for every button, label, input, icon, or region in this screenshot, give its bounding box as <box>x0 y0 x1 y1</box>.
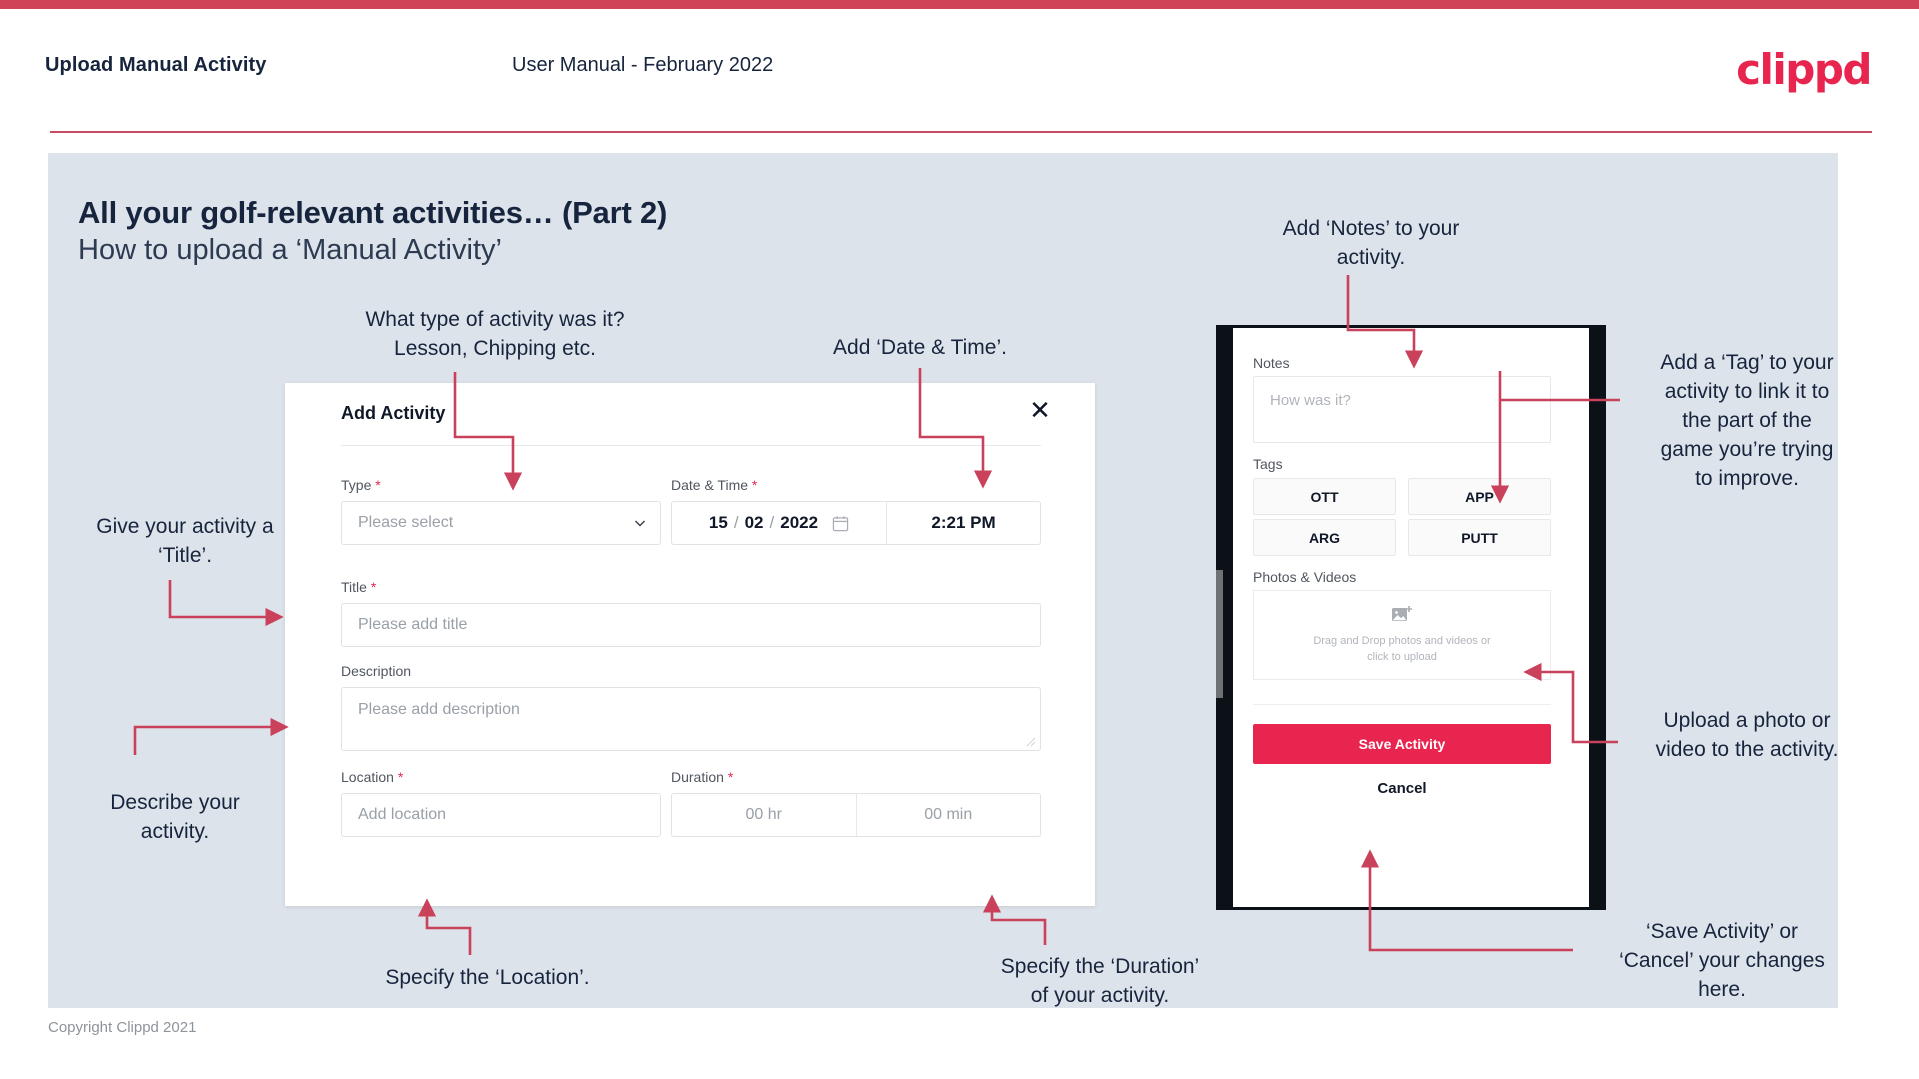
tag-ott[interactable]: OTT <box>1253 478 1396 515</box>
annotation-save: ‘Save Activity’ or ‘Cancel’ your changes… <box>1619 920 1825 1001</box>
duration-required-marker: * <box>727 769 734 785</box>
title-required-marker: * <box>370 579 377 595</box>
duration-hours-value: 00 hr <box>745 806 782 823</box>
phone-divider <box>1253 704 1551 705</box>
annotation-upload: Upload a photo or video to the activity. <box>1655 709 1839 761</box>
description-label: Description <box>341 663 411 679</box>
modal-divider <box>341 445 1041 446</box>
location-label-text: Location <box>341 769 394 785</box>
location-input[interactable]: Add location <box>341 793 661 837</box>
duration-minutes-value: 00 min <box>924 806 973 823</box>
time-input[interactable]: 2:21 PM <box>887 502 1040 544</box>
date-day: 15 <box>708 513 728 532</box>
document-subtitle: User Manual - February 2022 <box>512 54 774 76</box>
phone-screen: Notes How was it? Tags OTT APP ARG PUTT … <box>1233 328 1589 907</box>
add-activity-modal: Add Activity ✕ Type * Please select Date… <box>285 383 1095 906</box>
duration-label: Duration * <box>671 769 733 785</box>
tag-arg-label: ARG <box>1308 529 1341 546</box>
tag-putt-label: PUTT <box>1461 529 1498 546</box>
date-input[interactable]: 15 / 02 / 2022 <box>672 502 887 544</box>
photo-dropzone-text: Drag and Drop photos and videos or click… <box>1313 633 1490 665</box>
notes-placeholder: How was it? <box>1270 392 1351 409</box>
footer-copyright: Copyright Clippd 2021 <box>48 1019 197 1036</box>
location-placeholder: Add location <box>358 806 447 823</box>
duration-minutes-input[interactable]: 00 min <box>855 794 1041 836</box>
chevron-down-icon <box>635 520 645 527</box>
annotation-description: Describe your activity. <box>110 791 240 843</box>
title-input[interactable]: Please add title <box>341 603 1041 647</box>
title-input-placeholder: Please add title <box>358 616 468 633</box>
calendar-icon[interactable] <box>832 515 849 532</box>
tag-arg[interactable]: ARG <box>1253 519 1396 556</box>
datetime-field[interactable]: 15 / 02 / 2022 2:21 PM <box>671 501 1041 545</box>
type-required-marker: * <box>375 477 381 493</box>
type-select[interactable]: Please select <box>341 501 661 545</box>
datetime-required-marker: * <box>751 477 758 493</box>
duration-field: 00 hr 00 min <box>671 793 1041 837</box>
type-label: Type * <box>341 477 381 493</box>
tag-ott-label: OTT <box>1310 488 1339 505</box>
header-divider <box>50 131 1872 133</box>
annotation-type: What type of activity was it? Lesson, Ch… <box>365 308 625 360</box>
photos-label: Photos & Videos <box>1253 569 1357 585</box>
close-icon[interactable]: ✕ <box>1025 395 1055 425</box>
page-header: Upload Manual Activity User Manual - Feb… <box>0 9 1919 133</box>
date-sep-2: / <box>769 513 775 532</box>
save-activity-button[interactable]: Save Activity <box>1253 724 1551 764</box>
duration-hours-input[interactable]: 00 hr <box>672 794 856 836</box>
modal-header: Add Activity ✕ <box>285 383 1095 445</box>
annotation-location: Specify the ‘Location’. <box>385 966 590 989</box>
location-required-marker: * <box>397 769 404 785</box>
photo-dropzone-line2: click to upload <box>1367 651 1437 663</box>
slide-page: Upload Manual Activity User Manual - Feb… <box>0 0 1919 1079</box>
photo-dropzone[interactable]: Drag and Drop photos and videos or click… <box>1253 590 1551 680</box>
tags-label: Tags <box>1253 456 1283 472</box>
top-accent-bar <box>0 0 1919 9</box>
slide-subtitle: How to upload a ‘Manual Activity’ <box>78 234 502 266</box>
description-label-text: Description <box>341 663 412 679</box>
annotation-notes: Add ‘Notes’ to your activity. <box>1282 217 1460 269</box>
cancel-label: Cancel <box>1377 780 1427 797</box>
phone-volume-button <box>1216 570 1223 698</box>
time-value: 2:21 PM <box>931 513 996 532</box>
datetime-label: Date & Time * <box>671 477 757 493</box>
annotation-tags: Add a ‘Tag’ to your activity to link it … <box>1660 351 1834 490</box>
modal-title: Add Activity <box>341 403 446 423</box>
datetime-label-text: Date & Time <box>671 477 749 493</box>
description-textarea[interactable]: Please add description <box>341 687 1041 751</box>
save-activity-label: Save Activity <box>1358 736 1446 752</box>
type-label-text: Type <box>341 477 372 493</box>
annotation-datetime: Add ‘Date & Time’. <box>833 336 1007 359</box>
title-label: Title * <box>341 579 376 595</box>
phone-power-button <box>1216 717 1223 777</box>
resize-handle-icon[interactable] <box>1026 737 1036 747</box>
description-placeholder: Please add description <box>358 701 520 718</box>
notes-label: Notes <box>1253 355 1290 371</box>
page-title: Upload Manual Activity <box>45 54 267 76</box>
location-label: Location * <box>341 769 403 785</box>
cancel-button[interactable]: Cancel <box>1253 780 1551 797</box>
date-sep-1: / <box>733 513 739 532</box>
type-select-value: Please select <box>358 514 454 531</box>
notes-textarea[interactable] <box>1253 376 1551 443</box>
title-label-text: Title <box>341 579 367 595</box>
phone-mockup: Notes How was it? Tags OTT APP ARG PUTT … <box>1216 325 1606 910</box>
slide-title: All your golf-relevant activities… (Part… <box>78 195 668 230</box>
clippd-logo: clippd <box>1736 45 1872 94</box>
add-image-icon <box>1392 606 1412 621</box>
tag-putt[interactable]: PUTT <box>1408 519 1551 556</box>
photo-dropzone-line1: Drag and Drop photos and videos or <box>1313 635 1491 647</box>
annotation-duration: Specify the ‘Duration’ of your activity. <box>1000 955 1200 1007</box>
date-month: 02 <box>744 513 764 532</box>
duration-label-text: Duration <box>671 769 724 785</box>
tag-app[interactable]: APP <box>1408 478 1551 515</box>
date-year: 2022 <box>780 513 819 532</box>
tag-app-label: APP <box>1465 488 1494 505</box>
